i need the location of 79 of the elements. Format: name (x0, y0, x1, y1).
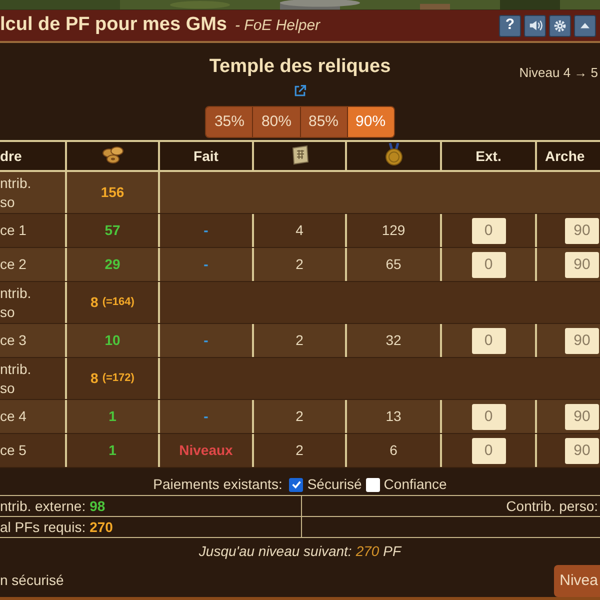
status-text: Niveaux (179, 441, 233, 460)
row-label: ce 5 (0, 441, 26, 460)
level-label: Niveau 4 → 5 (519, 64, 598, 82)
checkbox[interactable] (289, 478, 304, 492)
sound-button[interactable] (524, 14, 546, 36)
column-header: Fait (194, 147, 218, 166)
medal-count: 65 (386, 255, 402, 274)
column-header: dre (0, 147, 22, 166)
row-label: ce 2 (0, 255, 26, 274)
arche-input[interactable]: 90 (565, 252, 599, 278)
contribution-total: (=164) (102, 295, 134, 310)
status-text: - (204, 255, 208, 274)
settings-button[interactable] (549, 14, 571, 36)
level-button[interactable]: Nivea (554, 564, 600, 597)
row-label: ce 3 (0, 331, 26, 350)
checkbox-label: Sécurisé (307, 475, 362, 494)
blueprint-count: 2 (296, 407, 304, 426)
ext-input[interactable]: 0 (472, 252, 506, 278)
summary-label: ntrib. externe: (0, 497, 86, 516)
contribution-value: 8 (90, 293, 98, 312)
summary-value: 270 (90, 518, 113, 538)
row-label: ntrib. so (0, 360, 32, 398)
pf-value: 1 (108, 407, 116, 426)
help-button[interactable]: ? (499, 14, 521, 36)
coins-icon (100, 144, 124, 165)
gear-icon (553, 18, 567, 32)
summary-label: al PFs requis: (0, 518, 86, 538)
next-level-unit: PF (383, 542, 402, 561)
row-label: ntrib. so (0, 174, 32, 212)
pf-value: 57 (104, 221, 120, 240)
blueprint-count: 2 (296, 331, 304, 350)
arche-input[interactable]: 90 (565, 218, 599, 244)
checkbox-label: Confiance (384, 475, 447, 494)
pf-value: 1 (108, 441, 116, 460)
status-text: - (204, 407, 208, 426)
percent-button[interactable]: 85% (300, 106, 347, 137)
medal-icon (384, 142, 404, 167)
percent-button[interactable]: 80% (252, 106, 300, 137)
ext-input[interactable]: 0 (472, 404, 506, 430)
arche-input[interactable]: 90 (565, 328, 599, 354)
pf-value: 29 (104, 255, 120, 274)
pf-value: 10 (104, 331, 120, 350)
ext-input[interactable]: 0 (472, 438, 506, 464)
blueprint-count: 4 (296, 221, 304, 240)
arche-input[interactable]: 90 (565, 404, 599, 430)
next-level-value: 270 (356, 542, 380, 561)
status-text: - (204, 331, 208, 350)
column-header: Ext. (476, 147, 502, 166)
payments-label: Paiements existants: (153, 475, 282, 494)
summary-value: 98 (90, 497, 106, 516)
contribution-value: 156 (100, 183, 124, 202)
external-link-icon[interactable] (293, 84, 307, 98)
next-level-label: Jusqu'au niveau suivant: (198, 542, 352, 561)
window-title: lcul de PF pour mes GMs (0, 13, 227, 38)
arche-input[interactable]: 90 (565, 438, 599, 464)
percent-button[interactable]: 90% (346, 106, 394, 137)
blueprint-count: 2 (296, 441, 304, 460)
medal-count: 129 (382, 221, 406, 240)
blueprint-count: 2 (296, 255, 304, 274)
collapse-button[interactable] (574, 14, 596, 36)
row-label: ce 4 (0, 407, 26, 426)
medal-count: 6 (390, 441, 398, 460)
ext-input[interactable]: 0 (472, 218, 506, 244)
window-subtitle: - FoE Helper (235, 16, 320, 36)
contribution-total: (=172) (102, 371, 134, 386)
checkbox[interactable] (366, 478, 380, 492)
status-text: - (204, 221, 208, 240)
row-label: ntrib. so (0, 284, 32, 322)
building-name: Temple des reliques (209, 55, 391, 80)
speaker-icon (528, 18, 542, 33)
percent-button[interactable]: 35% (206, 106, 252, 137)
ext-input[interactable]: 0 (472, 328, 506, 354)
column-header: Arche (545, 147, 585, 166)
medal-count: 32 (386, 331, 402, 350)
row-label: ce 1 (0, 221, 26, 240)
medal-count: 13 (386, 407, 402, 426)
summary-label: Contrib. perso: (506, 497, 598, 516)
footer-text: n sécurisé (0, 571, 64, 590)
contribution-value: 8 (90, 369, 98, 388)
